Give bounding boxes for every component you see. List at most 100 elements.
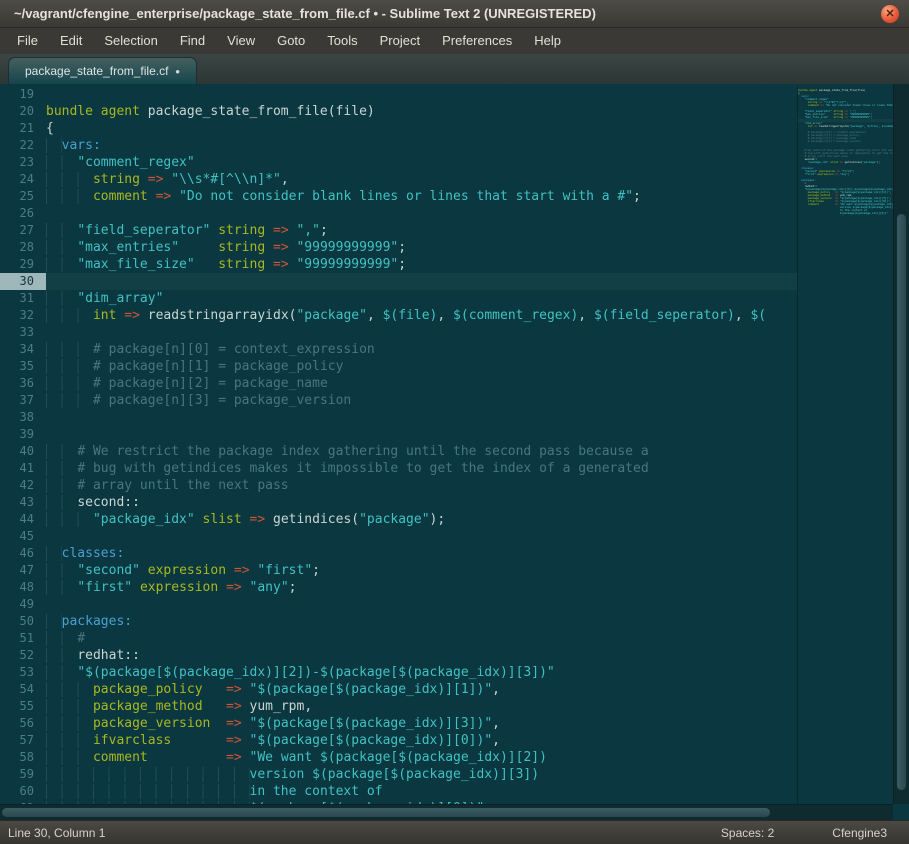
- vertical-scrollbar-thumb[interactable]: [897, 214, 906, 790]
- menu-item-find[interactable]: Find: [169, 28, 216, 54]
- code-text: "field_seperator" string => ",";: [46, 222, 328, 239]
- code-line[interactable]: 48 "first" expression => "any";: [0, 579, 797, 596]
- code-text: package_policy => "$(package[$(package_i…: [46, 681, 500, 698]
- menu-item-preferences[interactable]: Preferences: [431, 28, 523, 54]
- line-number: 53: [0, 664, 46, 681]
- line-number: 59: [0, 766, 46, 783]
- code-line[interactable]: 19: [0, 86, 797, 103]
- code-line[interactable]: 20bundle agent package_state_from_file(f…: [0, 103, 797, 120]
- code-line[interactable]: 54 package_policy => "$(package[$(packag…: [0, 681, 797, 698]
- code-text: packages:: [46, 613, 132, 630]
- code-line[interactable]: 47 "second" expression => "first";: [0, 562, 797, 579]
- code-line[interactable]: 37 # package[n][3] = package_version: [0, 392, 797, 409]
- code-text: vars:: [46, 137, 101, 154]
- code-line[interactable]: 45: [0, 528, 797, 545]
- code-text: # array until the next pass: [46, 477, 289, 494]
- menu-item-selection[interactable]: Selection: [93, 28, 168, 54]
- menu-item-help[interactable]: Help: [523, 28, 572, 54]
- code-text: "max_file_size" string => "99999999999";: [46, 256, 406, 273]
- indent-setting[interactable]: Spaces: 2: [721, 826, 774, 840]
- code-line[interactable]: 32 int => readstringarrayidx("package", …: [0, 307, 797, 324]
- code-line[interactable]: 35 # package[n][1] = package_policy: [0, 358, 797, 375]
- code-line[interactable]: 59 version $(package[$(package_idx)][3]): [0, 766, 797, 783]
- line-number: 57: [0, 732, 46, 749]
- code-line[interactable]: 24 string => "\\s*#[^\\n]*",: [0, 171, 797, 188]
- code-line: comment => "Do not consider blank lines …: [798, 104, 893, 107]
- line-number: 45: [0, 528, 46, 545]
- tab-package-state-from-file[interactable]: package_state_from_file.cf •: [8, 57, 197, 84]
- code-line[interactable]: 57 ifvarclass => "$(package[$(package_id…: [0, 732, 797, 749]
- app-window: ~/vagrant/cfengine_enterprise/package_st…: [0, 0, 909, 844]
- tab-label: package_state_from_file.cf: [25, 64, 168, 78]
- code-line[interactable]: 34 # package[n][0] = context_expression: [0, 341, 797, 358]
- menu-item-goto[interactable]: Goto: [266, 28, 316, 54]
- menu-item-project[interactable]: Project: [369, 28, 431, 54]
- code-line[interactable]: 42 # array until the next pass: [0, 477, 797, 494]
- code-text: # package[n][2] = package_name: [46, 375, 328, 392]
- code-text: string => "\\s*#[^\\n]*",: [46, 171, 289, 188]
- window-title: ~/vagrant/cfengine_enterprise/package_st…: [14, 6, 596, 21]
- code-line[interactable]: 46 classes:: [0, 545, 797, 562]
- code-line[interactable]: 49: [0, 596, 797, 613]
- code-text: "max_entries" string => "99999999999";: [46, 239, 406, 256]
- code-line[interactable]: 58 comment => "We want $(package[$(packa…: [0, 749, 797, 766]
- code-line[interactable]: 27 "field_seperator" string => ",";: [0, 222, 797, 239]
- code-line[interactable]: 53 "$(package[$(package_idx)][2])-$(pack…: [0, 664, 797, 681]
- menu-item-tools[interactable]: Tools: [316, 28, 368, 54]
- line-number: 39: [0, 426, 46, 443]
- line-number: 52: [0, 647, 46, 664]
- code-text: "second" expression => "first";: [46, 562, 320, 579]
- line-number: 32: [0, 307, 46, 324]
- code-line[interactable]: 36 # package[n][2] = package_name: [0, 375, 797, 392]
- line-number: 56: [0, 715, 46, 732]
- menu-item-view[interactable]: View: [216, 28, 266, 54]
- code-line[interactable]: 55 package_method => yum_rpm,: [0, 698, 797, 715]
- code-line[interactable]: 21{: [0, 120, 797, 137]
- code-line[interactable]: 50 packages:: [0, 613, 797, 630]
- code-line[interactable]: 33: [0, 324, 797, 341]
- minimap-content: bundle agent package_state_from_file(fil…: [798, 86, 893, 215]
- close-button[interactable]: ✕: [881, 5, 899, 23]
- line-number: 31: [0, 290, 46, 307]
- line-number: 42: [0, 477, 46, 494]
- line-number: 43: [0, 494, 46, 511]
- horizontal-scrollbar[interactable]: [0, 804, 893, 820]
- line-number: 41: [0, 460, 46, 477]
- code-line[interactable]: 25 comment => "Do not consider blank lin…: [0, 188, 797, 205]
- line-number: 27: [0, 222, 46, 239]
- syntax-mode[interactable]: Cfengine3: [832, 826, 887, 840]
- minimap[interactable]: bundle agent package_state_from_file(fil…: [797, 86, 893, 804]
- code-line[interactable]: 41 # bug with getindices makes it imposs…: [0, 460, 797, 477]
- line-number: 36: [0, 375, 46, 392]
- menu-bar: FileEditSelectionFindViewGotoToolsProjec…: [0, 28, 909, 54]
- line-number: 25: [0, 188, 46, 205]
- code-line[interactable]: 44 "package_idx" slist => getindices("pa…: [0, 511, 797, 528]
- code-text: #: [46, 630, 85, 647]
- code-line[interactable]: 40 # We restrict the package index gathe…: [0, 443, 797, 460]
- title-bar[interactable]: ~/vagrant/cfengine_enterprise/package_st…: [0, 0, 909, 28]
- cursor-position: Line 30, Column 1: [8, 826, 105, 840]
- horizontal-scrollbar-thumb[interactable]: [2, 808, 770, 817]
- code-line[interactable]: 22 vars:: [0, 137, 797, 154]
- menu-item-edit[interactable]: Edit: [49, 28, 93, 54]
- code-line[interactable]: 52 redhat::: [0, 647, 797, 664]
- code-line[interactable]: 31 "dim_array": [0, 290, 797, 307]
- code-line[interactable]: 43 second::: [0, 494, 797, 511]
- code-line[interactable]: 39: [0, 426, 797, 443]
- code-line[interactable]: 60 in the context of: [0, 783, 797, 800]
- code-text: "package_idx" slist => getindices("packa…: [798, 161, 880, 164]
- code-line[interactable]: 26: [0, 205, 797, 222]
- code-line[interactable]: 28 "max_entries" string => "99999999999"…: [0, 239, 797, 256]
- code-line[interactable]: 51 #: [0, 630, 797, 647]
- code-area[interactable]: 1920bundle agent package_state_from_file…: [0, 86, 797, 804]
- line-number: 47: [0, 562, 46, 579]
- code-text: second::: [46, 494, 140, 511]
- menu-item-file[interactable]: File: [6, 28, 49, 54]
- code-text: # package[n][3] = package_version: [46, 392, 351, 409]
- code-line[interactable]: 30: [0, 273, 797, 290]
- code-line[interactable]: 38: [0, 409, 797, 426]
- code-line[interactable]: 23 "comment_regex": [0, 154, 797, 171]
- vertical-scrollbar[interactable]: [893, 84, 909, 804]
- code-line[interactable]: 56 package_version => "$(package[$(packa…: [0, 715, 797, 732]
- code-line[interactable]: 29 "max_file_size" string => "9999999999…: [0, 256, 797, 273]
